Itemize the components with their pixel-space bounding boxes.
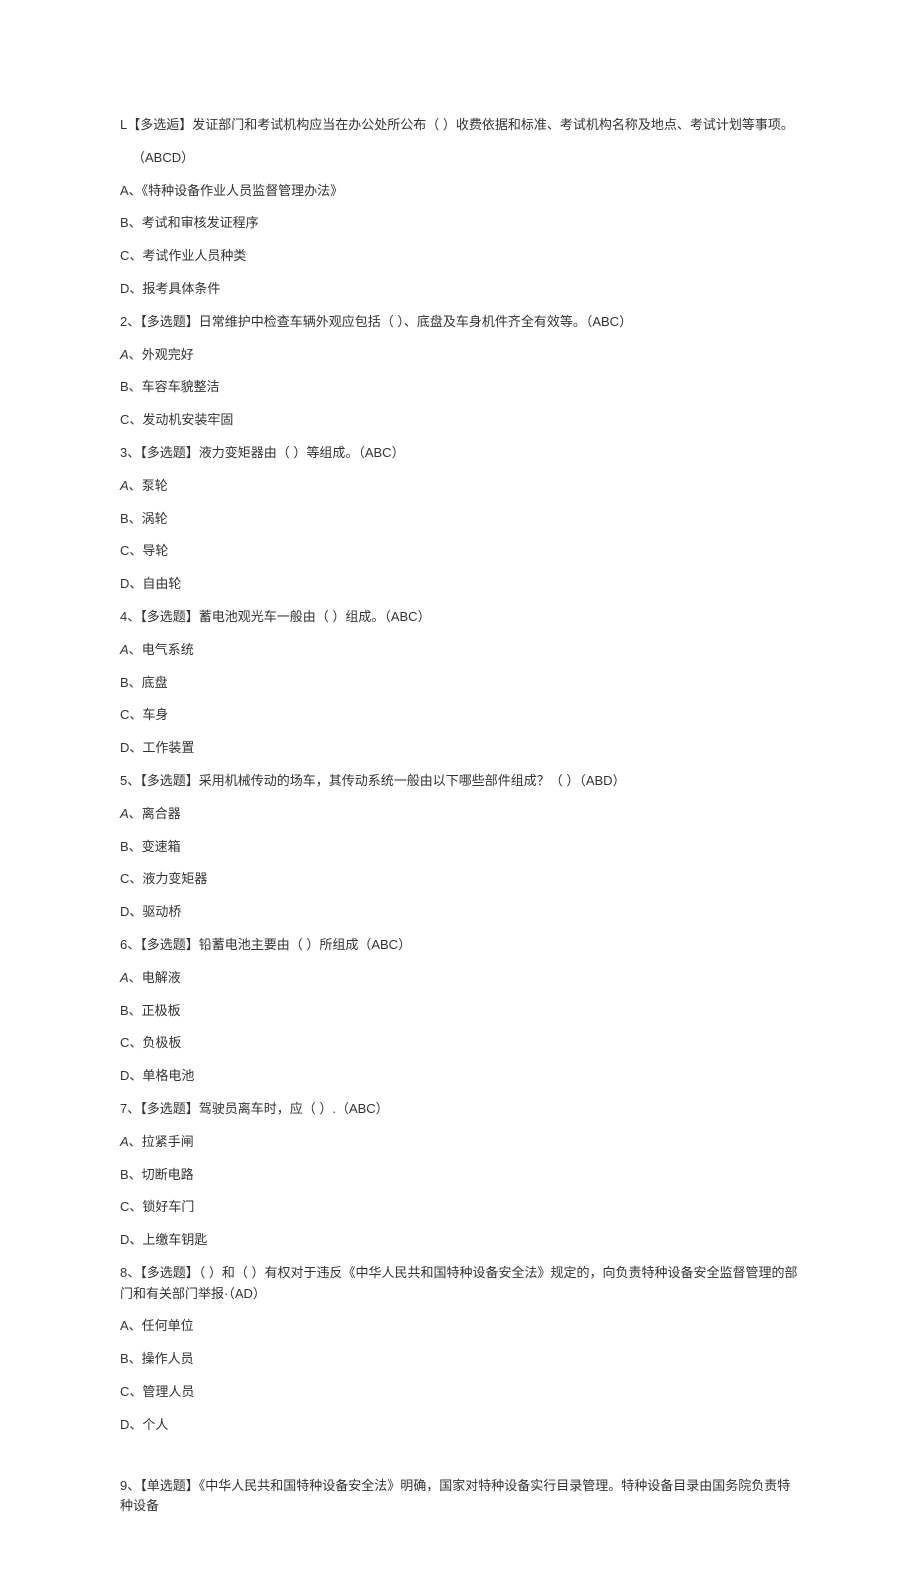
option-c: C、发动机安装牢固 (120, 410, 800, 431)
option-a-text: 外观完好 (142, 347, 194, 362)
question-2: 2、【多选题】日常维护中检查车辆外观应包括（ ）、底盘及车身机件齐全有效等。（A… (120, 312, 800, 431)
option-b: B、操作人员 (120, 1349, 800, 1370)
document-content: L【多选逅】发证部门和考试机构应当在办公处所公布（ ）收费依据和标准、考试机构名… (120, 115, 800, 1517)
question-3: 3、【多选题】液力变矩器由（ ）等组成。（ABC） A、泵轮 B、涡轮 C、导轮… (120, 443, 800, 595)
question-7: 7、【多选题】驾驶员离车时，应（ ）.（ABC） A、拉紧手闸 B、切断电路 C… (120, 1099, 800, 1251)
option-b: B、考试和审核发证程序 (120, 213, 800, 234)
option-b: B、切断电路 (120, 1165, 800, 1186)
option-d: D、上缴车钥匙 (120, 1230, 800, 1251)
option-a: A、泵轮 (120, 476, 800, 497)
option-a: A、拉紧手闸 (120, 1132, 800, 1153)
question-4: 4、【多选题】蓄电池观光车一般由（ ）组成。（ABC） A、电气系统 B、底盘 … (120, 607, 800, 759)
option-c: C、锁好车门 (120, 1197, 800, 1218)
section-spacer (120, 1448, 800, 1476)
question-stem: 3、【多选题】液力变矩器由（ ）等组成。（ABC） (120, 443, 800, 464)
option-a-text: 泵轮 (142, 478, 168, 493)
option-c: C、液力变矩器 (120, 869, 800, 890)
option-a: A、外观完好 (120, 345, 800, 366)
question-stem: 4、【多选题】蓄电池观光车一般由（ ）组成。（ABC） (120, 607, 800, 628)
question-stem: 7、【多选题】驾驶员离车时，应（ ）.（ABC） (120, 1099, 800, 1120)
option-c: C、负极板 (120, 1033, 800, 1054)
question-stem: L【多选逅】发证部门和考试机构应当在办公处所公布（ ）收费依据和标准、考试机构名… (120, 115, 800, 136)
option-b: B、底盘 (120, 673, 800, 694)
option-a: A、《特种设备作业人员监督管理办法》 (120, 181, 800, 202)
question-stem: 5、【多选题】采用机械传动的场车，其传动系统一般由以下哪些部件组成？（ ）（AB… (120, 771, 800, 792)
option-b: B、车容车貌整洁 (120, 377, 800, 398)
question-stem: 8、【多选题】（ ）和（ ）有权对于违反《中华人民共和国特种设备安全法》规定的，… (120, 1263, 800, 1305)
option-a-text: 电气系统 (142, 642, 194, 657)
option-d: D、驱动桥 (120, 902, 800, 923)
question-8: 8、【多选题】（ ）和（ ）有权对于违反《中华人民共和国特种设备安全法》规定的，… (120, 1263, 800, 1436)
option-a: A、离合器 (120, 804, 800, 825)
question-6: 6、【多选题】铅蓄电池主要由（ ）所组成（ABC） A、电解液 B、正极板 C、… (120, 935, 800, 1087)
question-5: 5、【多选题】采用机械传动的场车，其传动系统一般由以下哪些部件组成？（ ）（AB… (120, 771, 800, 923)
question-stem: 6、【多选题】铅蓄电池主要由（ ）所组成（ABC） (120, 935, 800, 956)
question-stem: 9、【单选题】《中华人民共和国特种设备安全法》明确，国家对特种设备实行目录管理。… (120, 1476, 800, 1518)
option-a-text: 拉紧手闸 (142, 1134, 194, 1149)
question-stem: 2、【多选题】日常维护中检查车辆外观应包括（ ）、底盘及车身机件齐全有效等。（A… (120, 312, 800, 333)
option-d: D、单格电池 (120, 1066, 800, 1087)
option-a-text: 离合器 (142, 806, 181, 821)
option-a: A、电解液 (120, 968, 800, 989)
option-a: A、任何单位 (120, 1316, 800, 1337)
option-c: C、管理人员 (120, 1382, 800, 1403)
option-b: B、变速箱 (120, 837, 800, 858)
question-1: L【多选逅】发证部门和考试机构应当在办公处所公布（ ）收费依据和标准、考试机构名… (120, 115, 800, 300)
option-a: A、电气系统 (120, 640, 800, 661)
option-d: D、报考具体条件 (120, 279, 800, 300)
question-9: 9、【单选题】《中华人民共和国特种设备安全法》明确，国家对特种设备实行目录管理。… (120, 1476, 800, 1518)
option-d: D、自由轮 (120, 574, 800, 595)
option-d: D、个人 (120, 1415, 800, 1436)
option-b: B、正极板 (120, 1001, 800, 1022)
option-d: D、工作装置 (120, 738, 800, 759)
option-a-text: 电解液 (142, 970, 181, 985)
option-b: B、涡轮 (120, 509, 800, 530)
option-c: C、导轮 (120, 541, 800, 562)
option-c: C、考试作业人员种类 (120, 246, 800, 267)
question-answer: （ABCD） (132, 148, 800, 169)
option-c: C、车身 (120, 705, 800, 726)
